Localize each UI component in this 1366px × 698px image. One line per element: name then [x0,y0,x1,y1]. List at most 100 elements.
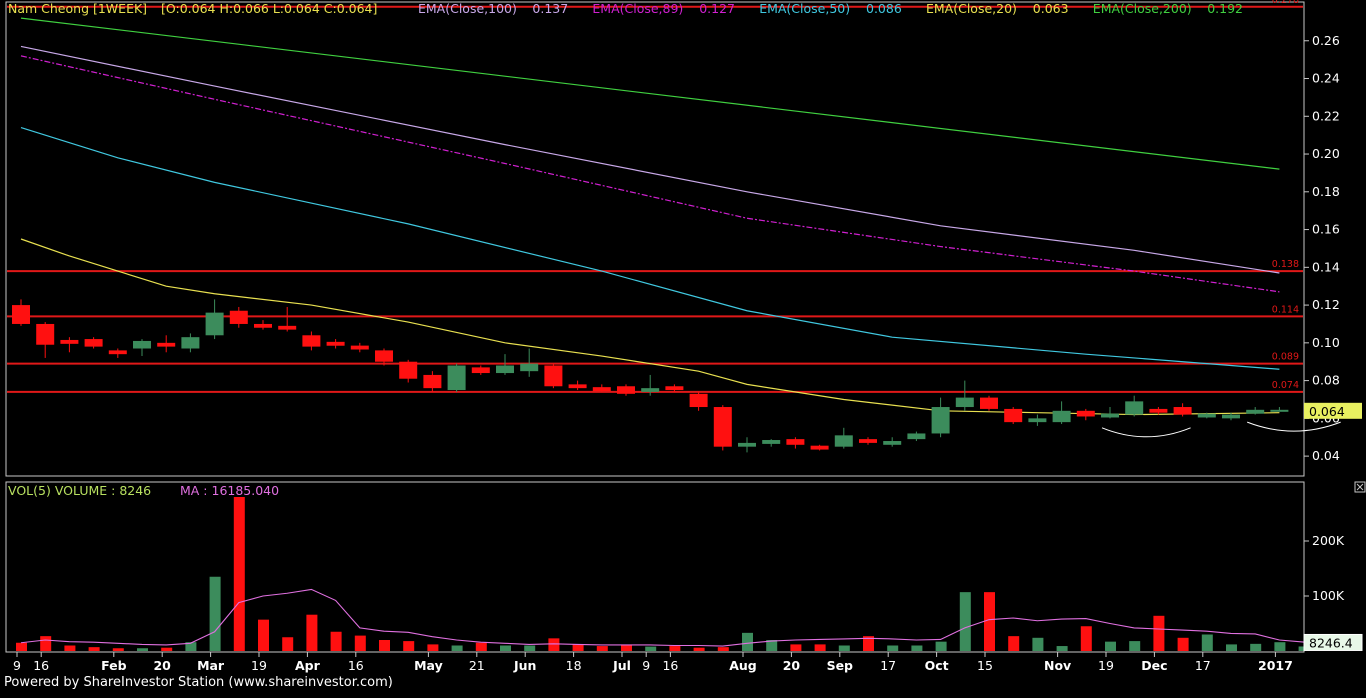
candle-body [713,407,732,447]
volume-bar [40,636,52,651]
last-price-label: 0.064 [1309,404,1345,419]
volume-bar [548,638,560,651]
volume-bar [1056,646,1068,651]
candle-body [423,374,442,389]
candle-body [762,440,781,444]
volume-bar [1080,626,1092,651]
candle-body [36,323,55,345]
candle-body [229,310,248,324]
candle-body [1125,401,1144,415]
volume-bar [379,640,390,651]
ohlc-readout: [O:0.064 H:0.066 L:0.064 C:0.064] [161,1,377,16]
candle-body [1004,408,1023,423]
x-tick-label: Apr [295,658,321,673]
candle-body [1028,418,1047,423]
volume-bar [330,631,342,651]
volume-bar [1250,643,1262,651]
volume-bar [306,614,318,651]
volume-bar [911,645,923,651]
volume-bar [1008,636,1020,651]
x-tick-label: 9 [642,658,650,673]
price-tick-label: 0.14 [1312,259,1340,274]
candle-body [1222,414,1240,419]
candle-body [786,439,805,445]
volume-bar [475,642,487,651]
footer-credit: Powered by ShareInvestor Station (www.sh… [4,675,393,690]
x-tick-label: 21 [469,658,485,673]
ema-legend-value: 0.063 [1033,1,1069,16]
price-tick-label: 0.18 [1312,184,1340,199]
price-panel-frame [5,1,1305,477]
volume-bar [524,645,536,651]
last-volume-label: 8246.4 [1309,635,1353,650]
volume-bar [596,646,608,651]
chart-canvas: 0.2780.1380.1140.0890.074 0.260.240.220.… [5,0,1366,673]
x-tick-label: May [414,658,443,673]
volume-bar [1129,641,1141,651]
x-tick-label: 19 [251,658,267,673]
x-tick-label: 17 [880,658,896,673]
volume-bar [1032,637,1044,651]
candle-body [326,341,345,346]
candle-body [1270,409,1289,412]
x-tick-label: Dec [1141,658,1167,673]
candle-body [1173,407,1192,415]
volume-bar [717,647,729,651]
candle-body [350,345,369,350]
x-tick-label: 16 [348,658,364,673]
x-tick-label: 16 [33,658,49,673]
x-tick-label: 9 [13,658,21,673]
candle-body [810,445,829,450]
volume-bar [742,632,753,651]
volume-bar [1153,615,1165,651]
volume-bar [814,644,826,651]
price-tick-label: 0.26 [1312,33,1340,48]
candle-body [157,342,176,347]
volume-bar [621,645,632,651]
candle-body [205,312,224,336]
candle-body [1246,409,1265,414]
x-tick-label: Nov [1044,658,1071,673]
volume-bar [354,635,366,651]
volume-bar [645,646,657,651]
volume-bar [693,647,705,651]
level-label: 0.278 [1272,0,1299,6]
candle-body [1101,413,1119,418]
level-label: 0.138 [1272,259,1299,270]
candle-body [665,386,684,391]
volume-bar [233,497,245,651]
volume-bar [887,645,899,651]
x-tick-label: Feb [101,658,127,673]
volume-bar [959,592,971,651]
volume-bar [1201,634,1213,651]
candle-body [738,442,756,447]
volume-bar [984,592,995,651]
volume-bar [16,642,27,651]
level-label: 0.114 [1272,304,1299,315]
volume-tick-label: 100K [1312,588,1345,603]
volume-bar [64,645,76,651]
x-tick-label: 15 [977,658,993,673]
volume-bar [88,647,100,651]
ema-legend-value: 0.137 [532,1,568,16]
ema-legend-label: EMA(Close,200) [1093,1,1192,16]
price-tick-label: 0.20 [1312,146,1340,161]
price-tick-label: 0.10 [1312,335,1340,350]
volume-bar [669,646,681,651]
volume-bar [282,637,294,651]
volume-bar [209,576,221,651]
candle-body [883,441,902,445]
x-tick-label: Jun [513,658,536,673]
x-tick-label: Oct [925,658,949,673]
candle-body [254,323,272,328]
x-tick-label: Mar [197,658,225,673]
candle-body [1197,413,1216,418]
candle-body [1149,408,1168,413]
ema-legend-label: EMA(Close,20) [926,1,1017,16]
candle-body [108,350,127,355]
close-panel-icon[interactable] [1354,481,1366,493]
candle-body [955,397,974,408]
volume-tick-label: 200K [1312,533,1345,548]
volume-bar [427,644,439,651]
x-tick-label: Jul [612,658,631,673]
